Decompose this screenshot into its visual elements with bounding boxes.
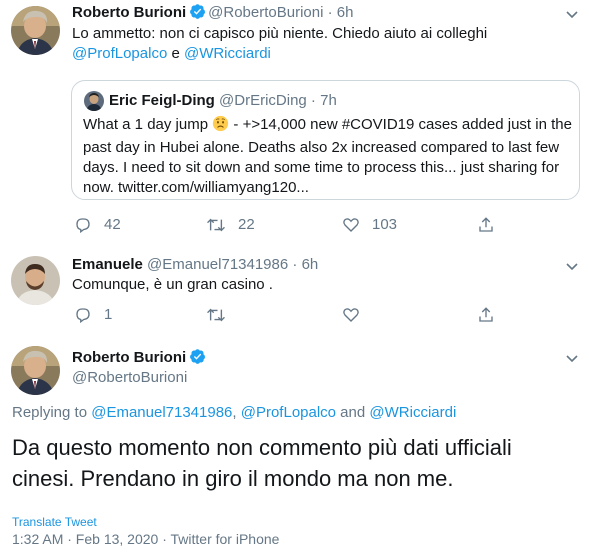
tweet-header: Emanuele @Emanuel71341986 · 6h — [72, 256, 319, 273]
tweet-metadata: 1:32 AM · Feb 13, 2020 · Twitter for iPh… — [12, 531, 279, 547]
tweet-time[interactable]: 6h — [302, 256, 319, 273]
retweet-button[interactable]: 22 — [206, 215, 255, 235]
retweet-button[interactable] — [206, 305, 226, 325]
retweet-icon — [207, 218, 225, 232]
author-name[interactable]: Roberto Burioni — [72, 4, 186, 21]
share-button[interactable] — [477, 305, 495, 325]
quoted-tweet[interactable]: Eric Feigl-Ding @DrEricDing · 7h What a … — [71, 80, 580, 200]
author-handle[interactable]: @RobertoBurioni — [208, 4, 323, 21]
source-link[interactable]: Twitter for iPhone — [171, 531, 280, 547]
avatar-roberto-burioni[interactable] — [11, 6, 60, 55]
tweet-text: Comunque, è un gran casino . — [72, 276, 273, 293]
author-handle[interactable]: @RobertoBurioni — [72, 369, 187, 386]
author-handle[interactable]: @Emanuel71341986 — [147, 256, 288, 273]
main-tweet: Roberto Burioni @RobertoBurioni Replying… — [0, 340, 589, 560]
reply-icon — [76, 218, 90, 234]
retweet-icon — [207, 308, 225, 322]
reply-icon — [76, 308, 90, 324]
main-tweet-text: Da questo momento non commento più dati … — [12, 435, 512, 491]
tweet-1[interactable]: Roberto Burioni @RobertoBurioni · 6h Lo a… — [0, 0, 589, 250]
quote-text: What a 1 day jump - +>14,000 new #COVID1… — [83, 115, 572, 196]
like-count: 103 — [372, 216, 398, 233]
mention-proflopalco[interactable]: @ProfLopalco — [241, 404, 336, 421]
reply-button[interactable]: 42 — [74, 215, 121, 235]
mention-wricciardi[interactable]: @WRicciardi — [369, 404, 456, 421]
retweet-count: 22 — [238, 216, 255, 233]
quote-author-handle: @DrEricDing — [219, 92, 307, 109]
tweet-header: Roberto Burioni @RobertoBurioni · 6h — [72, 3, 353, 26]
share-icon — [479, 307, 493, 322]
timestamp[interactable]: 1:32 AM · Feb 13, 2020 · — [12, 531, 171, 547]
reply-count: 1 — [104, 306, 113, 323]
author-name[interactable]: Roberto Burioni — [72, 349, 186, 366]
avatar-roberto-burioni[interactable] — [11, 346, 60, 395]
mention-wricciardi[interactable]: @WRicciardi — [184, 45, 271, 62]
tweet-time[interactable]: 6h — [337, 4, 354, 21]
chevron-down-icon[interactable] — [564, 350, 580, 366]
quote-header: Eric Feigl-Ding @DrEricDing · 7h — [109, 92, 337, 109]
reply-button[interactable]: 1 — [74, 305, 112, 325]
main-author-handle-row: @RobertoBurioni — [72, 368, 187, 388]
avatar-emanuele[interactable] — [11, 256, 60, 305]
avatar-eric-feigl-ding — [84, 91, 104, 111]
chevron-down-icon[interactable] — [564, 6, 580, 22]
quote-author-name: Eric Feigl-Ding — [109, 92, 215, 109]
share-button[interactable] — [477, 215, 495, 235]
quote-time: 7h — [320, 92, 337, 109]
heart-icon — [343, 218, 359, 232]
heart-icon — [343, 308, 359, 322]
chevron-down-icon[interactable] — [564, 258, 580, 274]
translate-tweet-link[interactable]: Translate Tweet — [12, 515, 97, 529]
replying-to: Replying to @Emanuel71341986, @ProfLopal… — [12, 404, 457, 421]
mention-proflopalco[interactable]: @ProfLopalco — [72, 45, 167, 62]
share-icon — [479, 217, 493, 232]
tweet-text: Lo ammetto: non ci capisco più niente. C… — [72, 25, 488, 62]
author-name[interactable]: Emanuele — [72, 256, 143, 273]
verified-badge-icon — [189, 3, 206, 26]
like-button[interactable] — [342, 305, 360, 325]
verified-badge-icon — [189, 348, 206, 371]
reply-count: 42 — [104, 216, 121, 233]
worried-face-emoji — [212, 115, 229, 138]
mention-emanuel71341986[interactable]: @Emanuel71341986 — [91, 404, 232, 421]
tweet-2[interactable]: Emanuele @Emanuel71341986 · 6h Comunque,… — [0, 250, 589, 340]
like-button[interactable]: 103 — [342, 215, 397, 235]
